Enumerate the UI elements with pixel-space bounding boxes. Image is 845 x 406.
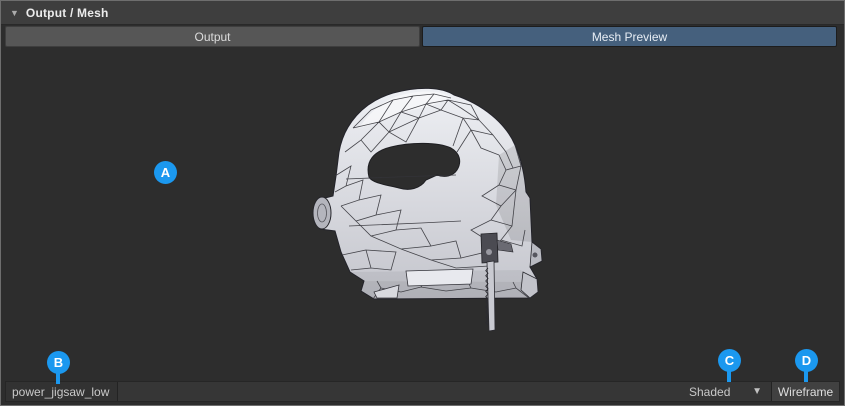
callout-marker-b: B (47, 351, 70, 374)
callout-marker-d: D (795, 349, 818, 372)
callout-letter: D (802, 353, 811, 368)
foldout-triangle-icon[interactable]: ▼ (10, 8, 19, 18)
mesh-preview-viewport[interactable] (1, 47, 844, 381)
tab-mesh-preview[interactable]: Mesh Preview (422, 26, 837, 47)
jigsaw-mesh-render (1, 47, 844, 381)
callout-marker-c: C (718, 349, 741, 372)
callout-letter: C (725, 353, 734, 368)
callout-stem (804, 370, 808, 382)
panel-header: ▼ Output / Mesh (1, 1, 844, 25)
callout-stem (56, 372, 60, 384)
preview-status-bar: power_jigsaw_low Shaded ▼ Wireframe (5, 381, 840, 402)
callout-marker-a: A (154, 161, 177, 184)
mesh-name-label: power_jigsaw_low (6, 382, 118, 401)
shading-mode-dropdown[interactable]: Shaded ▼ (681, 382, 771, 401)
callout-letter: A (161, 165, 170, 180)
wireframe-toggle[interactable]: Wireframe (771, 382, 839, 401)
shading-mode-value: Shaded (689, 385, 730, 399)
callout-stem (727, 370, 731, 382)
panel-title: Output / Mesh (26, 6, 109, 20)
callout-letter: B (54, 355, 63, 370)
tab-bar: Output Mesh Preview (5, 26, 837, 47)
output-mesh-panel: ▼ Output / Mesh Output Mesh Preview (0, 0, 845, 406)
status-bar-spacer (118, 382, 681, 401)
tab-output[interactable]: Output (5, 26, 420, 47)
chevron-down-icon: ▼ (752, 386, 762, 397)
